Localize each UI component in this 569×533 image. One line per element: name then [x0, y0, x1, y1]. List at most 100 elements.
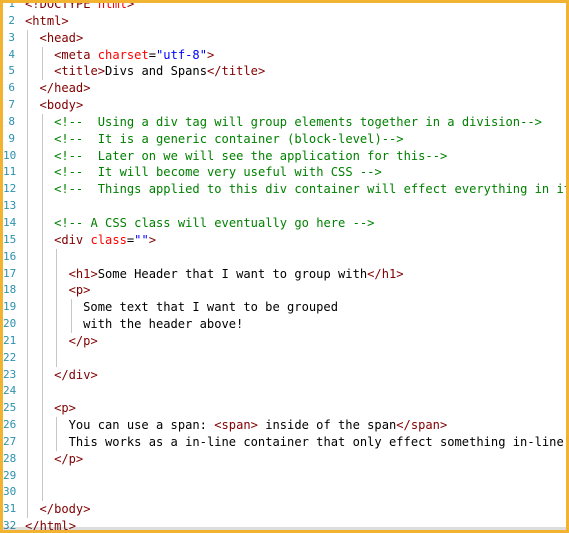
- line-number: 28: [3, 451, 17, 465]
- code-line[interactable]: 17 <h1>Some Header that I want to group w…: [3, 265, 566, 283]
- code-text: <!-- Things applied to this div containe…: [54, 181, 569, 198]
- token-bracket: >: [90, 333, 98, 348]
- token-bracket: </: [206, 64, 222, 79]
- indent-guide: [27, 417, 28, 434]
- line-number: 26: [3, 418, 17, 432]
- token-bracket: </: [367, 266, 382, 281]
- line-number: 13: [3, 199, 17, 213]
- indent-guide: [56, 332, 58, 350]
- line-number: 27: [3, 434, 17, 448]
- token-bracket: >: [206, 47, 215, 62]
- code-line[interactable]: 10 <!-- Later on we will see the applicat…: [3, 147, 566, 165]
- code-line[interactable]: 30: [3, 484, 566, 502]
- token-bracket: >: [75, 30, 84, 45]
- token-comment: <!-- A CSS class will eventually go here…: [54, 215, 375, 230]
- code-line[interactable]: 24: [3, 383, 566, 401]
- token-tag-name: body: [54, 502, 84, 517]
- code-line[interactable]: 1 <!DOCTYPE html>: [3, 3, 566, 13]
- code-line[interactable]: 27 This works as a in-line container that…: [3, 433, 566, 451]
- line-number: 10: [3, 148, 17, 162]
- indent-guide: [41, 332, 43, 350]
- code-line[interactable]: 19 Some text that I want to be grouped: [3, 299, 566, 317]
- code-line[interactable]: 20 with the header above!: [3, 316, 566, 333]
- line-number: 23: [3, 367, 17, 381]
- token-bracket: <: [68, 266, 76, 281]
- indent-guide: [27, 147, 28, 165]
- code-line[interactable]: 32 </html>: [3, 518, 566, 530]
- token-attribute-value: "": [134, 232, 149, 247]
- code-line[interactable]: 23 </div>: [3, 366, 566, 384]
- token-bracket: </: [39, 502, 55, 517]
- token-tag-name: meta: [61, 47, 91, 62]
- code-line[interactable]: 3 <head>: [3, 29, 566, 47]
- token-tag-name: span: [410, 418, 440, 433]
- code-line[interactable]: 18 <p>: [3, 282, 566, 300]
- indent-guide: [27, 181, 28, 199]
- code-line[interactable]: 15 <div class="">: [3, 231, 566, 249]
- code-line[interactable]: 11 <!-- It will become very useful with C…: [3, 164, 566, 182]
- indent-guide: [41, 63, 43, 81]
- code-line[interactable]: 8 <!-- Using a div tag will group element…: [3, 113, 566, 131]
- token-text: Some Header that I want to group with: [97, 266, 368, 281]
- indent-guide: [41, 164, 43, 182]
- indent-guide: [41, 282, 43, 300]
- indent-guide: [41, 113, 43, 131]
- token-bracket: >: [90, 266, 98, 281]
- indent-guide: [41, 231, 43, 249]
- line-number: 3: [8, 30, 15, 44]
- indent-guide: [56, 299, 58, 317]
- line-number: 16: [3, 249, 17, 263]
- token-tag-name: h1: [381, 266, 397, 281]
- indent-guide: [56, 349, 58, 367]
- code-line[interactable]: 13: [3, 198, 566, 215]
- screenshot-frame: 1 <!DOCTYPE html> 2 <html> 3 <head> 4 <meta cha…: [0, 0, 569, 533]
- token-bracket: >: [83, 81, 91, 96]
- token-comment: <!-- Things applied to this div containe…: [54, 182, 569, 197]
- token-tag-name: head: [46, 30, 76, 45]
- indent-guide: [27, 433, 28, 451]
- indent-guide: [41, 417, 43, 434]
- code-line[interactable]: 12 <!-- Things applied to this div contai…: [3, 181, 569, 199]
- token-bracket: </: [68, 333, 84, 348]
- token-bracket: <: [39, 30, 47, 45]
- code-line[interactable]: 7 <body>: [3, 97, 566, 114]
- token-comment: <!-- Later on we will see the applicatio…: [54, 148, 448, 163]
- code-line[interactable]: 28 </p>: [3, 450, 566, 468]
- token-bracket: >: [61, 13, 69, 28]
- indent-guide: [27, 214, 28, 232]
- token-bracket: >: [396, 266, 404, 281]
- code-editor[interactable]: 1 <!DOCTYPE html> 2 <html> 3 <head> 4 <meta cha…: [3, 3, 569, 530]
- line-number: 24: [3, 384, 17, 398]
- code-line[interactable]: 4 <meta charset="utf-8">: [3, 46, 566, 64]
- code-line[interactable]: 29: [3, 467, 566, 485]
- token-tag-name: div: [68, 367, 91, 382]
- code-text: </p>: [69, 333, 98, 350]
- code-line[interactable]: 31 </body>: [3, 501, 566, 519]
- code-line[interactable]: 6 </head>: [3, 80, 566, 98]
- code-line[interactable]: 21 </p>: [3, 332, 566, 350]
- line-number: 8: [8, 114, 15, 128]
- token-tag-name: html: [32, 13, 62, 28]
- code-line[interactable]: 22: [3, 349, 566, 367]
- code-line[interactable]: 5 <title>Divs and Spans</title>: [3, 63, 566, 81]
- code-line[interactable]: 26 You can use a span: <span> inside of t…: [3, 417, 566, 434]
- indent-guide: [27, 366, 28, 384]
- indent-guide: [27, 484, 28, 502]
- code-text: <p>: [54, 400, 76, 417]
- code-line[interactable]: 16: [3, 248, 566, 266]
- indent-guide: [41, 265, 43, 283]
- code-line[interactable]: 14 <!-- A CSS class will eventually go he…: [3, 214, 566, 232]
- code-line[interactable]: 9 <!-- It is a generic container (block-l…: [3, 130, 566, 148]
- code-text: </p>: [54, 451, 83, 468]
- indent-guide: [41, 383, 43, 401]
- token-comment: <!-- It is a generic container (block-le…: [54, 131, 404, 146]
- code-line[interactable]: 25 <p>: [3, 400, 566, 418]
- line-number: 20: [3, 317, 17, 331]
- indent-guide: [41, 299, 43, 317]
- code-text: <!-- A CSS class will eventually go here…: [54, 215, 374, 232]
- indent-guide: [41, 181, 43, 199]
- token-attribute-name: class: [90, 232, 127, 247]
- code-line[interactable]: 2 <html>: [3, 13, 566, 30]
